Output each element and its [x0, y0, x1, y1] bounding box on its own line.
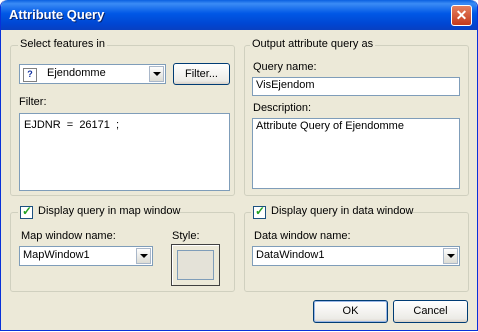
layer-select-value: Ejendomme — [47, 67, 106, 79]
data-window-select[interactable]: DataWindow1 — [252, 246, 460, 266]
style-swatch — [177, 250, 214, 280]
filter-label: Filter: — [19, 96, 47, 108]
map-window-select-value: MapWindow1 — [23, 249, 90, 261]
query-name-label: Query name: — [253, 61, 317, 73]
data-query-checkbox[interactable] — [253, 204, 266, 219]
output-query-legend: Output attribute query as — [250, 38, 376, 50]
chevron-down-icon[interactable] — [136, 248, 151, 264]
filter-textarea[interactable]: EJDNR = 26171 ; — [19, 113, 230, 191]
map-query-checkbox-row[interactable]: Display query in map window — [18, 204, 180, 219]
attribute-query-dialog: Attribute Query ✕ Select features in ? E… — [0, 0, 478, 331]
style-label: Style: — [172, 230, 200, 242]
cancel-button-label: Cancel — [413, 305, 448, 317]
data-query-checkbox-row[interactable]: Display query in data window — [251, 204, 413, 219]
close-icon: ✕ — [455, 7, 468, 23]
chevron-down-icon[interactable] — [443, 248, 458, 264]
chevron-down-icon[interactable] — [149, 66, 164, 82]
layer-select[interactable]: ? Ejendomme — [19, 64, 166, 84]
data-query-checkbox-label: Display query in data window — [271, 205, 414, 217]
map-query-checkbox-label: Display query in map window — [38, 205, 181, 217]
filter-button[interactable]: Filter... — [173, 63, 230, 85]
cancel-button[interactable]: Cancel — [393, 300, 468, 323]
title-bar[interactable]: Attribute Query ✕ — [1, 0, 477, 30]
map-query-checkbox[interactable] — [20, 204, 33, 219]
query-name-input[interactable]: VisEjendom — [252, 77, 460, 96]
description-textarea[interactable]: Attribute Query of Ejendomme — [252, 118, 460, 189]
ok-button[interactable]: OK — [313, 300, 388, 323]
map-window-name-label: Map window name: — [21, 230, 116, 242]
filter-button-label: Filter... — [184, 68, 218, 80]
style-swatch-button[interactable] — [171, 244, 220, 286]
data-window-select-value: DataWindow1 — [256, 249, 325, 261]
close-button[interactable]: ✕ — [451, 5, 472, 26]
select-features-legend: Select features in — [18, 38, 107, 50]
map-window-select[interactable]: MapWindow1 — [19, 246, 153, 266]
table-icon: ? — [23, 68, 37, 82]
data-window-name-label: Data window name: — [254, 230, 351, 242]
window-title: Attribute Query — [9, 7, 105, 22]
ok-button-label: OK — [342, 305, 359, 317]
description-label: Description: — [253, 102, 312, 114]
